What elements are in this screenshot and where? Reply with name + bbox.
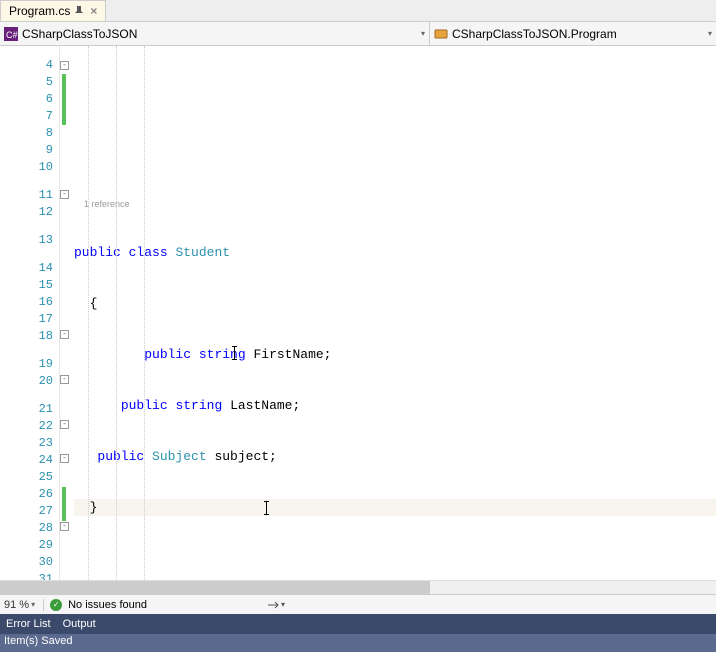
tab-error-list[interactable]: Error List bbox=[6, 618, 51, 630]
code-area[interactable]: 1 reference public class Student { publi… bbox=[74, 46, 716, 580]
tab-output[interactable]: Output bbox=[63, 618, 96, 630]
fold-icon[interactable]: - bbox=[60, 330, 69, 339]
footer-message: Item(s) Saved bbox=[4, 635, 72, 647]
line-number-gutter: 4 5 6 7 8 9 10 11 12 13 14 15 16 17 18 1… bbox=[0, 46, 60, 580]
fold-icon[interactable]: - bbox=[60, 420, 69, 429]
nav-project-label: CSharpClassToJSON bbox=[22, 27, 137, 41]
status-bar: 91 % ▾ ✓ No issues found ▾ bbox=[0, 594, 716, 614]
check-circle-icon: ✓ bbox=[50, 599, 62, 611]
chevron-down-icon: ▾ bbox=[708, 29, 712, 38]
class-icon bbox=[434, 27, 448, 41]
tab-program-cs[interactable]: Program.cs × bbox=[0, 0, 106, 21]
svg-text:C#: C# bbox=[6, 30, 18, 40]
csharp-project-icon: C# bbox=[4, 27, 18, 41]
fold-icon[interactable]: - bbox=[60, 454, 69, 463]
horizontal-scrollbar[interactable] bbox=[0, 580, 716, 594]
tab-filename: Program.cs bbox=[9, 4, 70, 18]
nav-project-dropdown[interactable]: C# CSharpClassToJSON ▾ bbox=[0, 22, 430, 45]
close-icon[interactable]: × bbox=[90, 4, 97, 18]
zoom-level[interactable]: 91 % ▾ bbox=[4, 599, 44, 611]
status-footer: Item(s) Saved bbox=[0, 634, 716, 652]
code-editor[interactable]: 4 5 6 7 8 9 10 11 12 13 14 15 16 17 18 1… bbox=[0, 46, 716, 580]
nav-class-dropdown[interactable]: CSharpClassToJSON.Program ▾ bbox=[430, 22, 716, 45]
fold-icon[interactable]: - bbox=[60, 190, 69, 199]
chevron-down-icon: ▾ bbox=[421, 29, 425, 38]
bottom-tool-tabs: Error List Output bbox=[0, 614, 716, 634]
editor-margin: - - - - - - - bbox=[60, 46, 74, 580]
split-view-icon[interactable]: ▾ bbox=[263, 599, 289, 611]
document-tab-bar: Program.cs × bbox=[0, 0, 716, 22]
fold-icon[interactable]: - bbox=[60, 522, 69, 531]
text-cursor-icon bbox=[234, 346, 235, 360]
fold-icon[interactable]: - bbox=[60, 61, 69, 70]
pin-icon[interactable] bbox=[74, 6, 84, 16]
navigation-bar: C# CSharpClassToJSON ▾ CSharpClassToJSON… bbox=[0, 22, 716, 46]
issues-label[interactable]: No issues found bbox=[68, 599, 147, 611]
fold-icon[interactable]: - bbox=[60, 375, 69, 384]
chevron-down-icon: ▾ bbox=[31, 600, 35, 609]
text-cursor-icon bbox=[266, 501, 267, 515]
nav-class-label: CSharpClassToJSON.Program bbox=[452, 27, 617, 41]
codelens-reference[interactable]: 1 reference bbox=[74, 199, 716, 210]
